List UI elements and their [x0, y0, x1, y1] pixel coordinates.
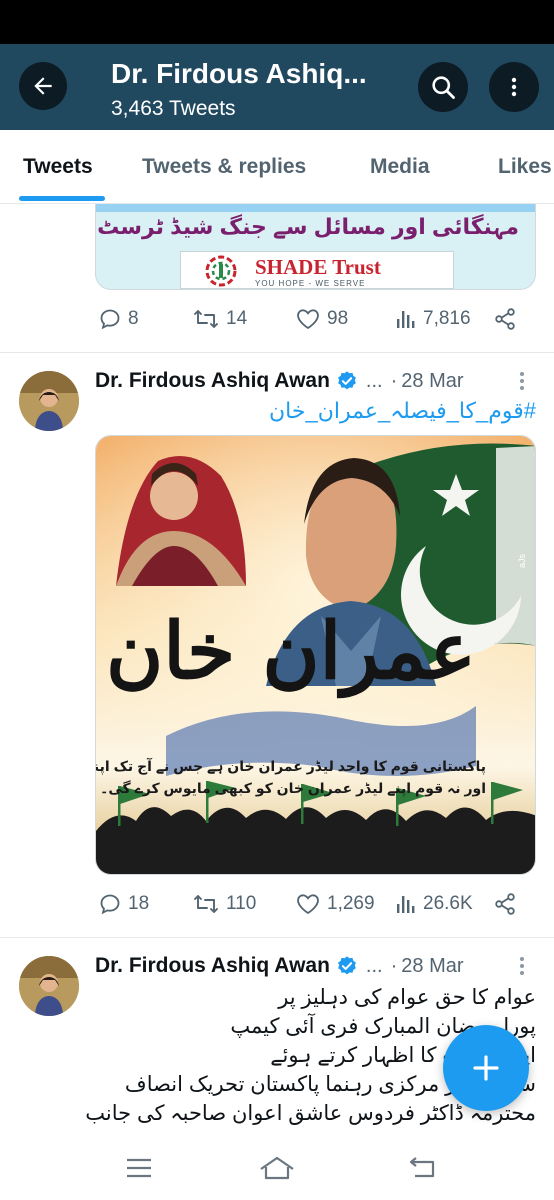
more-vertical-icon — [511, 77, 517, 97]
back-button[interactable] — [19, 62, 67, 110]
hashtag-link[interactable]: #قوم_کا_فیصلہ_عمران_خان — [95, 398, 536, 424]
back-nav-icon — [409, 1157, 435, 1178]
avatar-photo — [19, 956, 79, 1016]
tweet-date[interactable]: 28 Mar — [401, 370, 463, 393]
share-icon — [495, 308, 515, 330]
author-handle: ... — [365, 369, 383, 392]
tweet-divider — [0, 937, 554, 938]
like-count: 98 — [327, 308, 349, 329]
shade-trust-logo: SHADE Trust YOU HOPE - WE SERVE — [180, 251, 454, 289]
tweet-text-line-1: عوام کا حق عوام کی دہلیز پر — [278, 986, 536, 1009]
tab-tweets[interactable]: Tweets — [23, 155, 93, 179]
tweet-header: Dr. Firdous Ashiq Awan ... · 28 Mar — [95, 951, 464, 981]
tweet-count: 3,463 Tweets — [111, 97, 236, 120]
status-bar — [0, 0, 554, 44]
views-button[interactable]: 7,816 — [395, 307, 471, 331]
tweet-divider — [0, 352, 554, 353]
more-options-button[interactable] — [489, 62, 539, 112]
shade-trust-name: SHADE Trust — [255, 255, 381, 279]
views-icon — [397, 311, 415, 328]
reply-count: 8 — [128, 308, 139, 329]
retweet-icon — [194, 310, 218, 328]
views-button[interactable]: 26.6K — [395, 892, 473, 916]
like-count: 1,269 — [327, 893, 375, 914]
reply-button[interactable]: 18 — [98, 892, 149, 916]
back-nav-button[interactable] — [402, 1152, 442, 1184]
author-handle: ... — [365, 954, 383, 977]
retweet-count: 14 — [226, 308, 248, 329]
back-arrow-icon — [34, 77, 52, 95]
author-name[interactable]: Dr. Firdous Ashiq Awan — [95, 369, 330, 393]
views-icon — [397, 896, 415, 913]
reply-icon — [100, 894, 120, 915]
verified-badge-icon — [338, 371, 356, 390]
profile-header: Dr. Firdous Ashiq... 3,463 Tweets — [0, 44, 554, 130]
avatar-photo — [19, 371, 79, 431]
poster-watermark: aJs — [516, 553, 527, 569]
profile-name: Dr. Firdous Ashiq... — [111, 58, 367, 89]
share-button[interactable] — [493, 892, 517, 916]
share-button[interactable] — [493, 307, 517, 331]
banner-text: مہنگائی اور مسائل سے جنگ شیڈ ٹرسٹ کے سنگ — [96, 214, 519, 239]
system-nav-bar — [0, 1138, 554, 1200]
tab-tweets-replies[interactable]: Tweets & replies — [142, 155, 306, 179]
recents-button[interactable] — [119, 1152, 159, 1184]
poster-caption-line-1: پاکستانی قوم کا واحد لیڈر عمران خان ہے ج… — [96, 758, 486, 774]
like-icon — [297, 309, 319, 330]
view-count: 7,816 — [423, 308, 471, 329]
shade-trust-tagline: YOU HOPE - WE SERVE — [255, 279, 366, 288]
avatar[interactable] — [19, 371, 79, 431]
home-icon — [260, 1156, 294, 1180]
poster-caption-line-2: اور نہ قوم اپنے لیڈر عمران خان کو کبھی م… — [100, 780, 486, 796]
previous-tweet-actions: 8 14 98 7,816 — [95, 307, 536, 337]
retweet-icon — [194, 895, 218, 913]
shade-emblem-icon — [205, 255, 237, 287]
separator-dot: · — [390, 954, 398, 977]
profile-tabs: Tweets Tweets & replies Media Likes — [0, 130, 554, 204]
search-button[interactable] — [418, 62, 468, 112]
like-button[interactable]: 1,269 — [295, 892, 375, 916]
separator-dot: · — [390, 369, 398, 392]
share-icon — [495, 893, 515, 915]
tweet-more-button[interactable] — [514, 366, 530, 396]
home-nav-button[interactable] — [257, 1152, 297, 1184]
reply-button[interactable]: 8 — [98, 307, 139, 331]
tweet-header: Dr. Firdous Ashiq Awan ... · 28 Mar — [95, 366, 464, 396]
tweet-more-button[interactable] — [514, 951, 530, 981]
tab-media[interactable]: Media — [370, 155, 430, 179]
previous-tweet-image[interactable]: مہنگائی اور مسائل سے جنگ شیڈ ٹرسٹ کے سنگ… — [95, 204, 536, 290]
menu-icon — [127, 1158, 151, 1178]
compose-tweet-button[interactable] — [443, 1025, 529, 1111]
retweet-button[interactable]: 14 — [192, 307, 247, 331]
tweet-date[interactable]: 28 Mar — [401, 955, 463, 978]
avatar[interactable] — [19, 956, 79, 1016]
search-icon — [432, 76, 455, 99]
reply-icon — [100, 309, 120, 330]
like-icon — [297, 894, 319, 915]
tweet-image[interactable]: عمران خان پاکستانی قوم کا واحد لیڈر عمرا… — [95, 435, 536, 875]
verified-badge-icon — [338, 956, 356, 975]
poster-calligraphy: عمران خان — [105, 606, 476, 697]
compose-plus-icon — [473, 1055, 499, 1081]
tweet-actions: 18 110 1,269 26.6K — [95, 892, 536, 922]
author-name[interactable]: Dr. Firdous Ashiq Awan — [95, 954, 330, 978]
tab-likes[interactable]: Likes — [498, 155, 552, 179]
active-tab-indicator — [19, 196, 105, 201]
retweet-button[interactable]: 110 — [192, 892, 256, 916]
like-button[interactable]: 98 — [295, 307, 348, 331]
view-count: 26.6K — [423, 893, 473, 914]
retweet-count: 110 — [226, 893, 257, 914]
reply-count: 18 — [128, 893, 150, 914]
